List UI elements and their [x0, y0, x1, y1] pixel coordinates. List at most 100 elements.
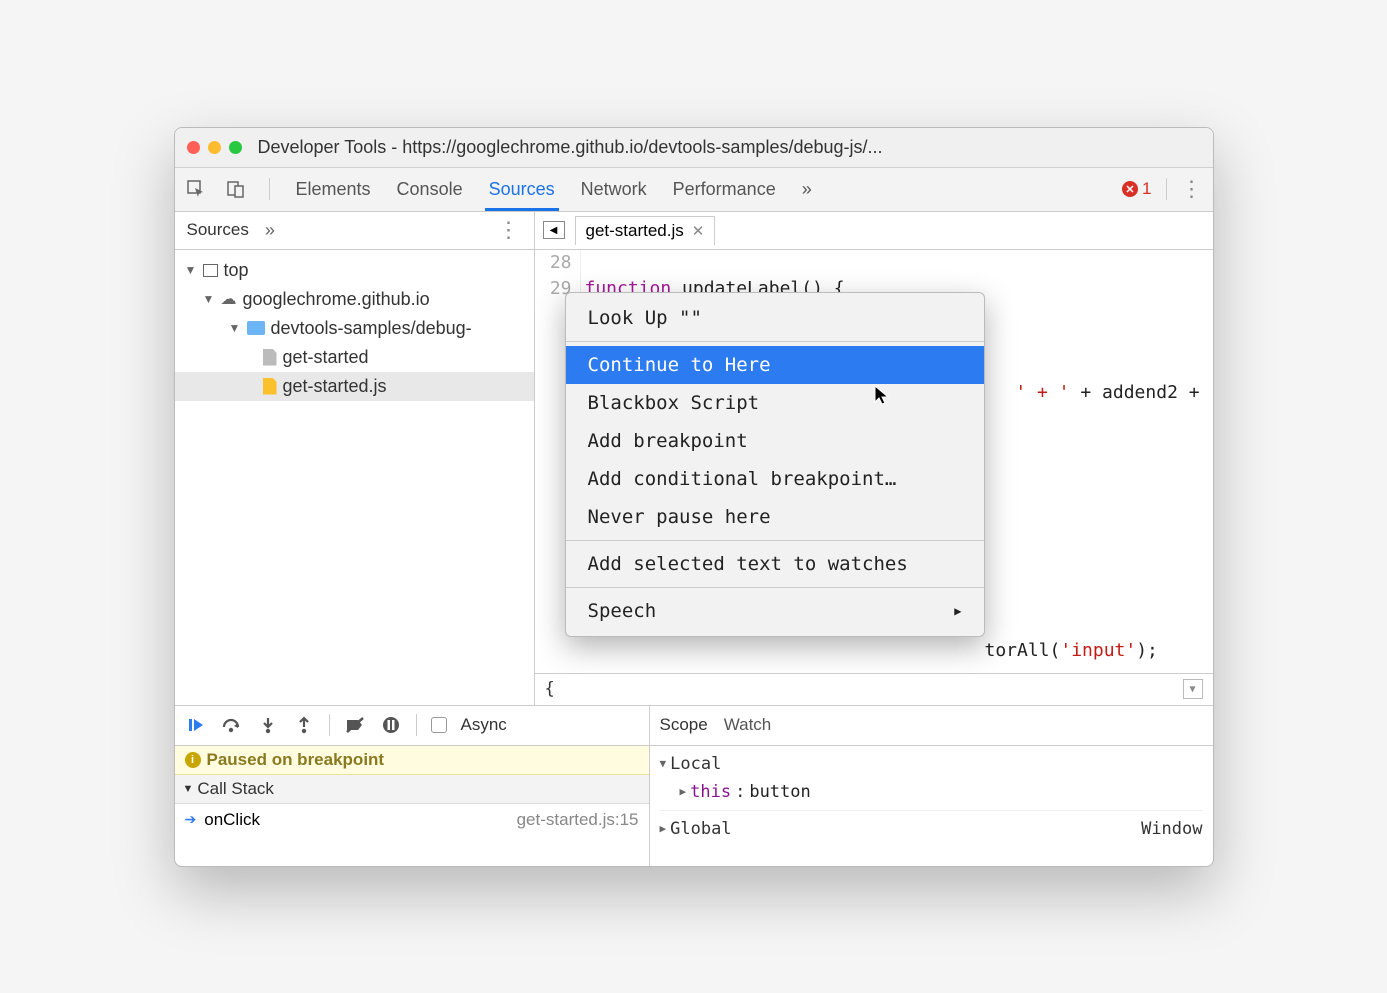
scope-global-value: Window	[1141, 815, 1202, 843]
code-editor[interactable]: 28 29 function updateLabel() { var adden…	[535, 250, 1213, 673]
callstack-header[interactable]: ▼ Call Stack	[175, 775, 649, 804]
inspect-icon[interactable]	[185, 178, 207, 200]
submenu-arrow-icon: ▶	[954, 598, 961, 624]
menu-separator	[566, 587, 984, 588]
error-badge[interactable]: ✕ 1	[1122, 179, 1151, 199]
navigator-menu-icon[interactable]: ⋮	[492, 217, 526, 243]
scope-local-label: Local	[670, 750, 721, 778]
scope-local[interactable]: ▼ Local	[660, 750, 1203, 778]
navigator-tabs-overflow[interactable]: »	[265, 220, 275, 241]
footer-brace: {	[545, 679, 555, 699]
chevron-right-icon: ▶	[660, 815, 667, 843]
window-title: Developer Tools - https://googlechrome.g…	[258, 137, 883, 158]
menu-label: Add breakpoint	[588, 428, 748, 454]
step-out-button[interactable]	[293, 714, 315, 736]
chevron-down-icon: ▼	[660, 750, 667, 778]
navigator-tabs: Sources » ⋮	[175, 212, 534, 250]
menu-label: Speech	[588, 598, 657, 624]
scope-this[interactable]: ▶ this: button	[660, 778, 1203, 806]
scope-global[interactable]: ▶ Global Window	[660, 810, 1203, 843]
tab-elements[interactable]: Elements	[292, 179, 375, 200]
tree-file-html[interactable]: get-started	[175, 343, 534, 372]
chevron-down-icon: ▼	[229, 321, 241, 335]
close-window-button[interactable]	[187, 141, 200, 154]
frame-icon	[203, 264, 218, 277]
tree-domain[interactable]: ▼ ☁ googlechrome.github.io	[175, 285, 534, 314]
tree-label: get-started	[283, 347, 369, 368]
device-toolbar-icon[interactable]	[225, 178, 247, 200]
tree-label: devtools-samples/debug-	[271, 318, 472, 339]
tree-frame-top[interactable]: ▼ top	[175, 256, 534, 285]
tree-label: get-started.js	[283, 376, 387, 397]
menu-item-lookup[interactable]: Look Up ""	[566, 299, 984, 337]
editor-file-tab[interactable]: get-started.js ✕	[575, 216, 716, 245]
line-number: 28	[535, 250, 572, 276]
tree-folder[interactable]: ▼ devtools-samples/debug-	[175, 314, 534, 343]
tree-label: googlechrome.github.io	[243, 289, 430, 310]
menu-item-add-breakpoint[interactable]: Add breakpoint	[566, 422, 984, 460]
error-count: 1	[1142, 179, 1151, 199]
navigator-sidebar: Sources » ⋮ ▼ top ▼ ☁ googlechrome.githu…	[175, 212, 535, 705]
menu-label: Continue to Here	[588, 352, 771, 378]
toggle-navigator-icon[interactable]: ◀	[543, 221, 565, 239]
chevron-down-icon: ▼	[183, 783, 194, 795]
callstack-frame[interactable]: ➔ onClick get-started.js:15	[175, 804, 649, 836]
deactivate-breakpoints-button[interactable]	[344, 714, 366, 736]
debugger-left: Async i Paused on breakpoint ▼ Call Stac…	[175, 706, 650, 866]
menu-label: Look Up ""	[588, 305, 702, 331]
step-over-button[interactable]	[221, 714, 243, 736]
paused-text: Paused on breakpoint	[207, 750, 385, 770]
scope-watch-tabs: Scope Watch	[650, 706, 1213, 746]
kebab-menu-icon[interactable]: ⋮	[1181, 178, 1203, 200]
menu-item-blackbox-script[interactable]: Blackbox Script	[566, 384, 984, 422]
code-string: 'input'	[1060, 640, 1136, 661]
menu-label: Never pause here	[588, 504, 771, 530]
scroll-to-bottom-icon[interactable]: ▼	[1183, 679, 1203, 699]
menu-item-never-pause-here[interactable]: Never pause here	[566, 498, 984, 536]
menu-item-add-to-watches[interactable]: Add selected text to watches	[566, 545, 984, 583]
menu-label: Add selected text to watches	[588, 551, 908, 577]
scope-body: ▼ Local ▶ this: button ▶ Global Window	[650, 746, 1213, 847]
folder-icon	[247, 321, 265, 335]
file-icon	[263, 349, 277, 366]
context-menu: Look Up "" Continue to Here Blackbox Scr…	[565, 292, 985, 637]
frame-location: get-started.js:15	[517, 810, 639, 830]
tabbar-right: ✕ 1 ⋮	[1122, 178, 1202, 200]
cloud-icon: ☁	[221, 289, 237, 309]
menu-separator	[566, 540, 984, 541]
titlebar: Developer Tools - https://googlechrome.g…	[175, 128, 1213, 168]
debugger-right: Scope Watch ▼ Local ▶ this: button ▶ Glo…	[650, 706, 1213, 866]
code-string: ' + '	[1005, 382, 1070, 403]
info-icon: i	[185, 752, 201, 768]
minimize-window-button[interactable]	[208, 141, 221, 154]
zoom-window-button[interactable]	[229, 141, 242, 154]
tab-performance[interactable]: Performance	[669, 179, 780, 200]
menu-item-add-conditional-breakpoint[interactable]: Add conditional breakpoint…	[566, 460, 984, 498]
menu-label: Add conditional breakpoint…	[588, 466, 897, 492]
js-file-icon	[263, 378, 277, 395]
tabs-overflow[interactable]: »	[798, 179, 816, 200]
scope-this-key: this	[690, 778, 731, 806]
close-tab-icon[interactable]: ✕	[692, 222, 705, 240]
tab-sources[interactable]: Sources	[485, 179, 559, 211]
tree-file-js[interactable]: get-started.js	[175, 372, 534, 401]
separator	[1166, 178, 1167, 200]
separator	[329, 714, 330, 736]
menu-item-continue-to-here[interactable]: Continue to Here	[566, 346, 984, 384]
async-label: Async	[461, 715, 507, 735]
file-tree: ▼ top ▼ ☁ googlechrome.github.io ▼ devto…	[175, 250, 534, 407]
navigator-tab-sources[interactable]: Sources	[183, 220, 253, 240]
menu-item-speech[interactable]: Speech ▶	[566, 592, 984, 630]
tab-watch[interactable]: Watch	[724, 715, 772, 735]
resume-button[interactable]	[185, 714, 207, 736]
step-into-button[interactable]	[257, 714, 279, 736]
chevron-down-icon: ▼	[185, 263, 197, 277]
tab-scope[interactable]: Scope	[660, 715, 708, 735]
tree-label: top	[224, 260, 249, 281]
pause-on-exceptions-button[interactable]	[380, 714, 402, 736]
tab-console[interactable]: Console	[393, 179, 467, 200]
tab-network[interactable]: Network	[577, 179, 651, 200]
main-area: Sources » ⋮ ▼ top ▼ ☁ googlechrome.githu…	[175, 212, 1213, 706]
async-checkbox[interactable]	[431, 717, 447, 733]
scope-this-val: button	[749, 778, 810, 806]
